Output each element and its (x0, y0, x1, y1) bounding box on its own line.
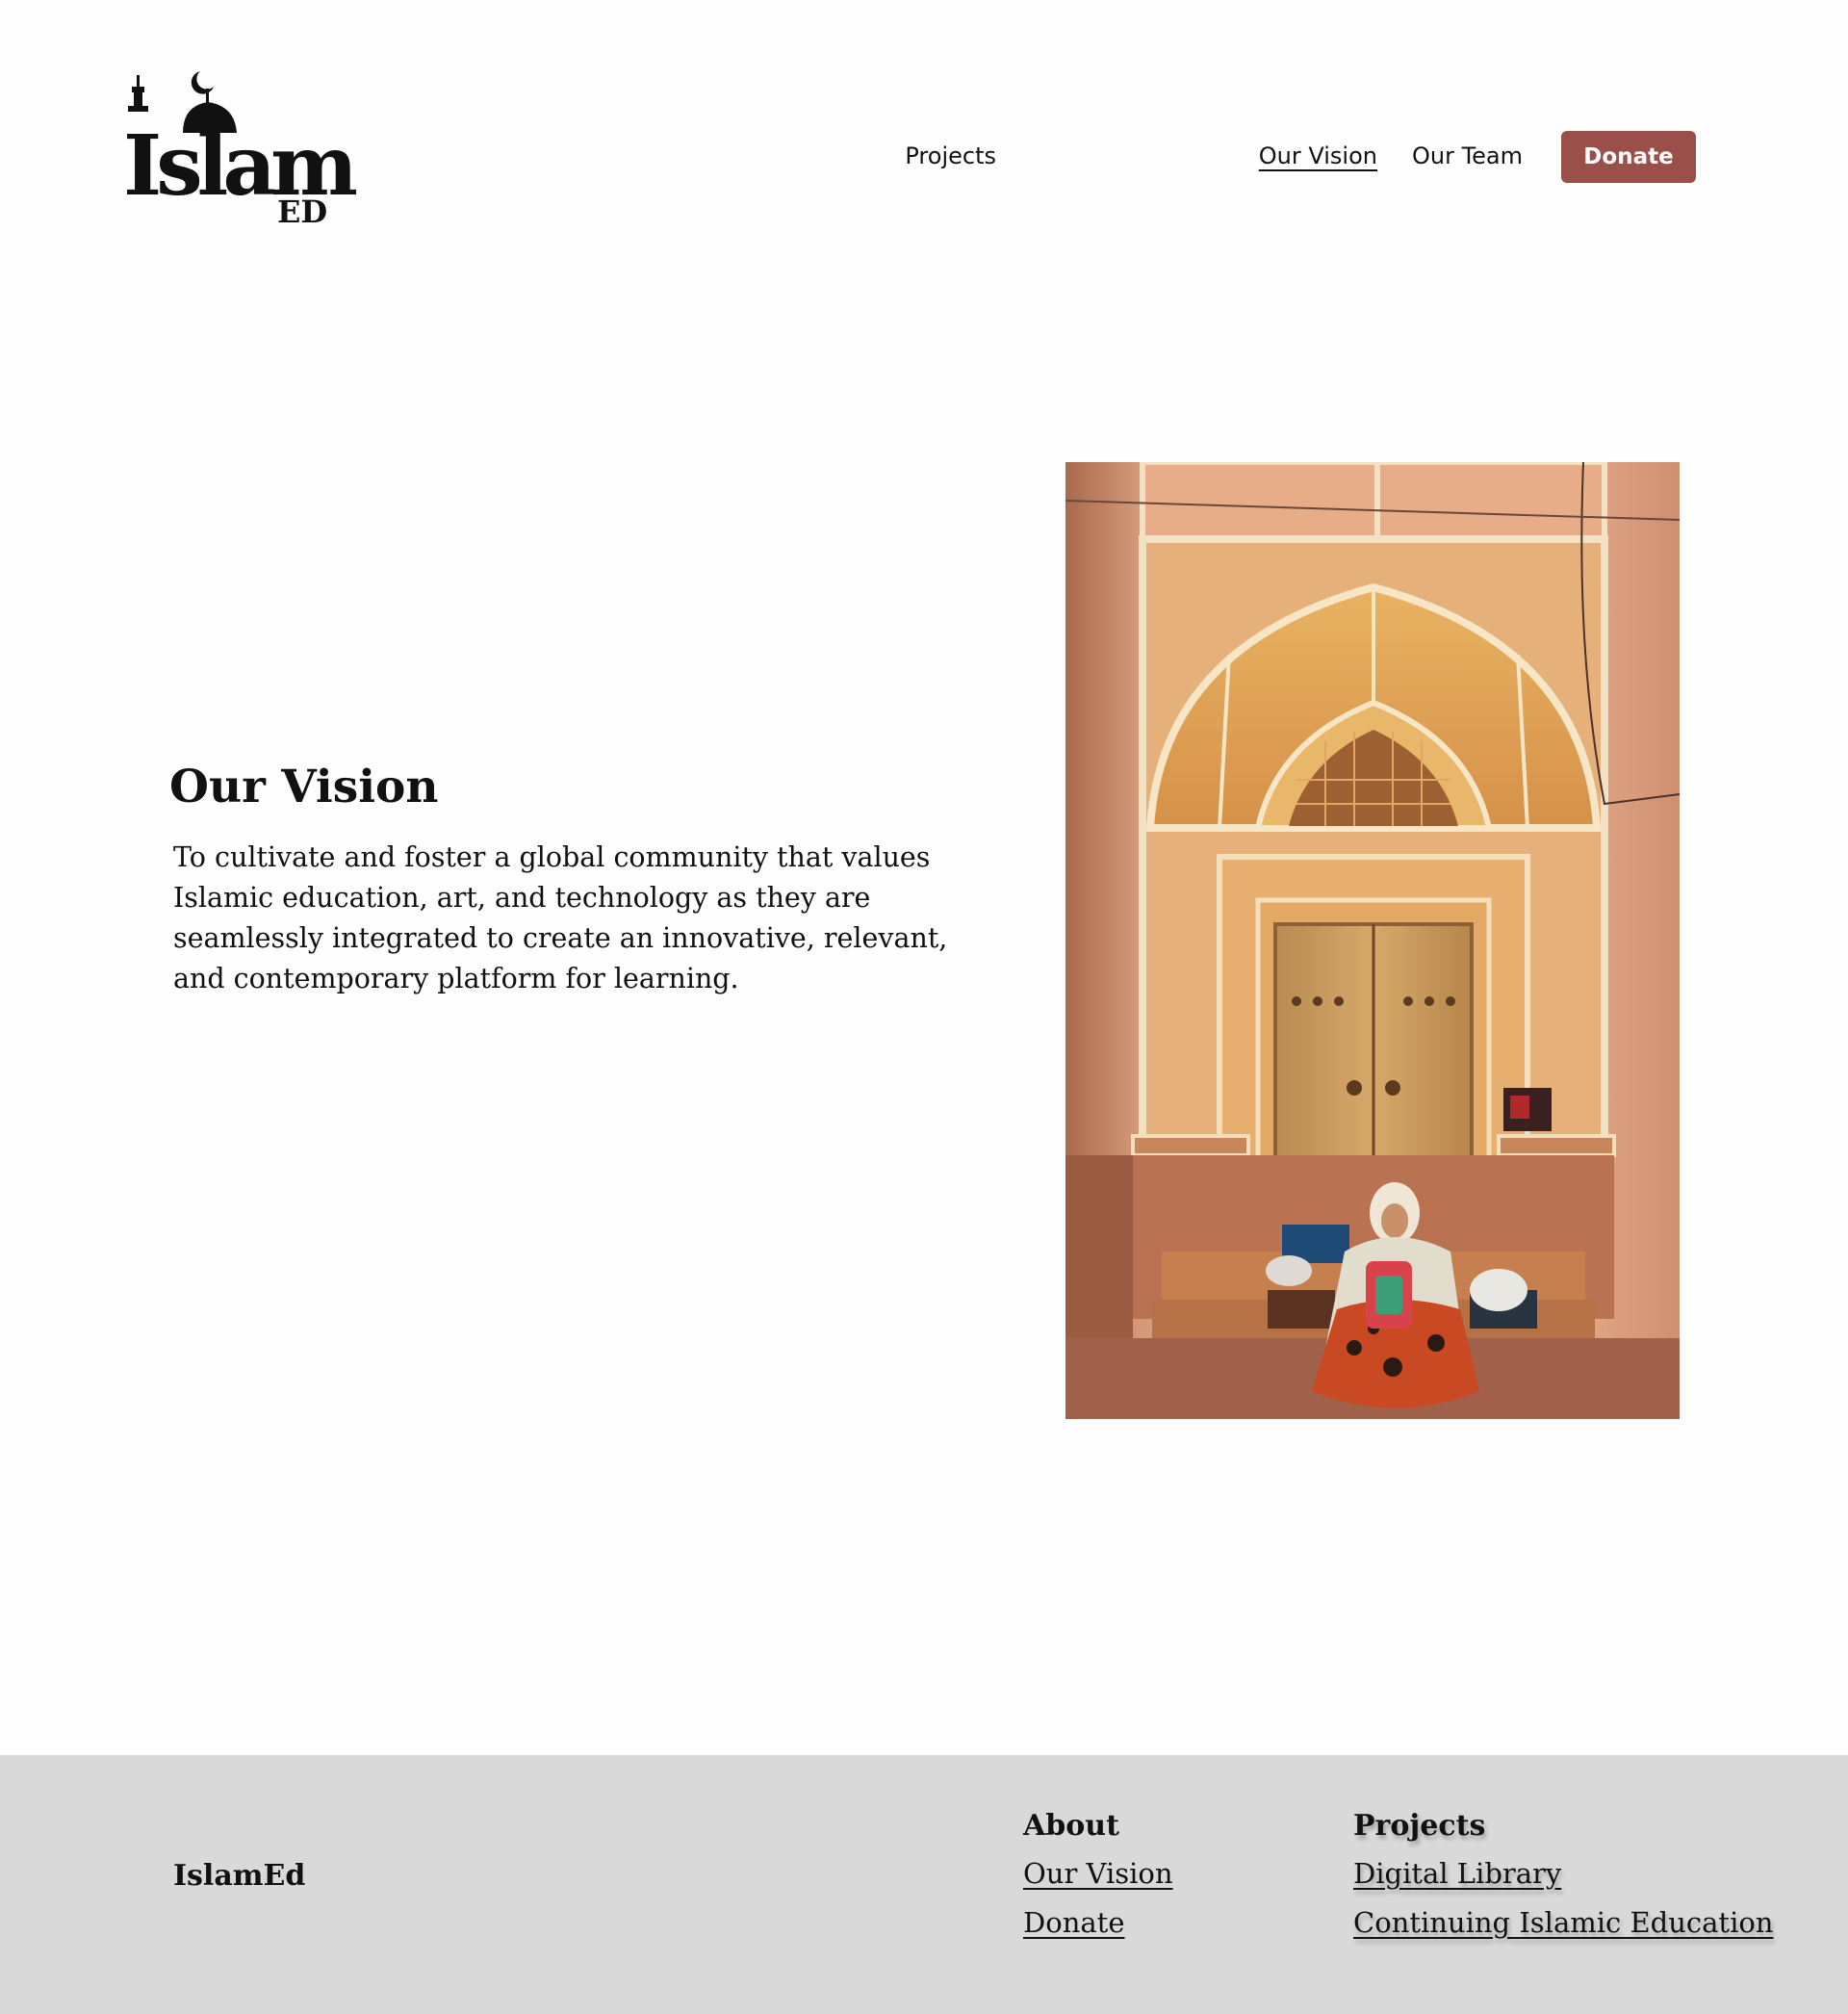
footer-heading-about: About (1023, 1809, 1119, 1843)
nav-link-our-vision[interactable]: Our Vision (1259, 142, 1377, 169)
footer-heading-projects: Projects (1353, 1809, 1486, 1843)
nav-link-projects[interactable]: Projects (905, 142, 996, 169)
nav-link-our-team[interactable]: Our Team (1412, 142, 1523, 169)
footer-column-about: About Our Vision Donate (1023, 1809, 1173, 1955)
woman-sitting-before-arched-wooden-door-photo (1065, 462, 1680, 1419)
site-logo[interactable]: Islam ED (123, 67, 358, 231)
footer-link-digital-library[interactable]: Digital Library (1353, 1857, 1774, 1906)
footer-column-projects: Projects Digital Library Continuing Isla… (1353, 1809, 1774, 1955)
vision-statement: To cultivate and foster a global communi… (173, 841, 948, 994)
logo-suffix: ED (277, 194, 328, 230)
footer-brand: IslamEd (173, 1859, 306, 1893)
donate-button[interactable]: Donate (1561, 131, 1696, 183)
footer-link-continuing-islamic-education[interactable]: Continuing Islamic Education (1353, 1906, 1774, 1955)
site-footer: IslamEd About Our Vision Donate Projects… (0, 1755, 1848, 2014)
site-header: Islam ED Projects Our Vision Our Team Do… (0, 0, 1848, 250)
photo-illustration (1065, 462, 1680, 1419)
page-title: Our Vision (169, 761, 439, 813)
footer-link-donate[interactable]: Donate (1023, 1906, 1173, 1955)
footer-link-our-vision[interactable]: Our Vision (1023, 1857, 1173, 1906)
